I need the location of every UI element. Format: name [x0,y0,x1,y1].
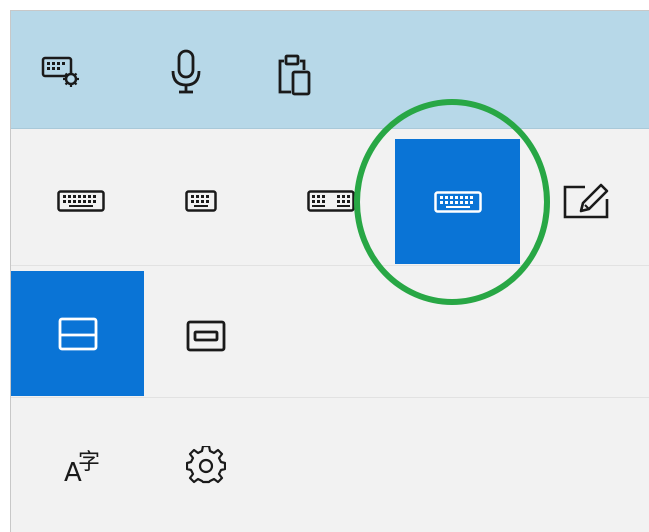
traditional-keyboard-icon [433,190,482,213]
undocked-keyboard-icon [186,320,226,352]
layout-split-button[interactable] [291,161,371,241]
keyboard-settings-icon [41,56,79,87]
gear-icon [186,446,226,484]
small-keyboard-icon [185,190,217,212]
layout-small-button[interactable] [161,161,241,241]
settings-button[interactable] [171,431,241,501]
undocked-keyboard-button[interactable] [171,301,241,371]
docked-keyboard-button[interactable] [11,271,144,396]
row-divider [11,397,649,398]
clipboard-icon [278,54,311,95]
row-divider [11,265,649,266]
language-icon: A 字 [54,444,104,488]
top-toolbar [11,11,649,129]
language-button[interactable]: A 字 [39,431,119,501]
handwriting-icon [563,183,609,219]
clipboard-button[interactable] [269,46,319,101]
handwriting-button[interactable] [546,161,626,241]
keyboard-settings-button[interactable] [31,46,91,96]
layout-traditional-button[interactable] [395,139,520,264]
default-keyboard-icon [57,190,105,212]
layout-default-button[interactable] [31,161,131,241]
microphone-icon [171,49,201,93]
keyboard-settings-panel: A 字 [10,10,649,532]
docked-keyboard-icon [58,317,97,350]
language-glyph-char: 字 [78,450,101,475]
split-keyboard-icon [307,190,355,212]
voice-typing-button[interactable] [161,44,211,99]
